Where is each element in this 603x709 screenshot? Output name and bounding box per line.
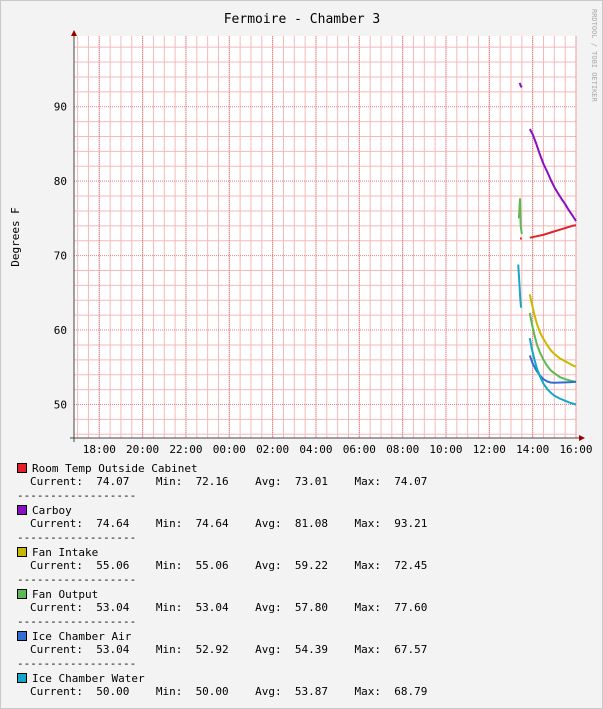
legend-stats: Current: 50.00 Min: 50.00 Avg: 53.87 Max… [30, 685, 428, 698]
x-tick-label: 12:00 [473, 443, 506, 456]
legend-name-row: Ice Chamber Air [17, 629, 597, 643]
legend-swatch [17, 589, 27, 599]
legend-series-name: Fan Output [32, 587, 99, 601]
legend-separator: ------------------ [17, 531, 137, 544]
x-tick-label: 10:00 [429, 443, 462, 456]
graph-frame: 18:00 20:00 22:00 00:00 02:00 04:00 06:00 08:00… [0, 0, 603, 709]
legend-name-row: Ice Chamber Water [17, 671, 597, 685]
legend-stats: Current: 55.06 Min: 55.06 Avg: 59.22 Max… [30, 559, 428, 572]
y-tick-label: 70 [54, 250, 67, 263]
legend-separator: ------------------ [17, 489, 137, 502]
chart-canvas [74, 36, 576, 438]
y-tick-label: 80 [54, 175, 67, 188]
legend-stats: Current: 53.04 Min: 52.92 Avg: 54.39 Max… [30, 643, 428, 656]
legend-entry: Ice Chamber Water Current: 50.00 Min: 50.… [17, 671, 597, 699]
x-axis-arrow [579, 435, 585, 441]
legend-entry: Ice Chamber Air Current: 53.04 Min: 52.92… [17, 629, 597, 671]
legend-separator: ------------------ [17, 657, 137, 670]
legend: Room Temp Outside Cabinet Current: 74.07 … [17, 461, 597, 699]
legend-name-row: Fan Output [17, 587, 597, 601]
chart-title: Fermoire - Chamber 3 [224, 12, 381, 27]
legend-swatch [17, 631, 27, 641]
x-tick-label: 16:00 [559, 443, 592, 456]
legend-series-name: Room Temp Outside Cabinet [32, 461, 198, 475]
x-tick-label: 02:00 [256, 443, 289, 456]
y-tick-label: 50 [54, 399, 67, 412]
legend-swatch [17, 505, 27, 515]
legend-entry: Room Temp Outside Cabinet Current: 74.07 … [17, 461, 597, 503]
y-tick-label: 90 [54, 101, 67, 114]
legend-entry: Fan Intake Current: 55.06 Min: 55.06 Avg:… [17, 545, 597, 587]
legend-swatch [17, 463, 27, 473]
chart-svg: 18:00 20:00 22:00 00:00 02:00 04:00 06:00 08:00… [9, 9, 598, 456]
x-tick-label: 08:00 [386, 443, 419, 456]
legend-name-row: Carboy [17, 503, 597, 517]
x-tick-label: 00:00 [213, 443, 246, 456]
legend-separator: ------------------ [17, 615, 137, 628]
legend-swatch [17, 673, 27, 683]
legend-series-name: Ice Chamber Water [32, 671, 145, 685]
x-tick-label: 04:00 [299, 443, 332, 456]
x-tick-label: 14:00 [516, 443, 549, 456]
legend-series-name: Carboy [32, 503, 72, 517]
y-axis-arrow [71, 30, 77, 36]
legend-swatch [17, 547, 27, 557]
legend-stats: Current: 74.07 Min: 72.16 Avg: 73.01 Max… [30, 475, 428, 488]
legend-series-name: Fan Intake [32, 545, 99, 559]
y-tick-label: 60 [54, 324, 67, 337]
legend-entry: Carboy Current: 74.64 Min: 74.64 Avg: 81.… [17, 503, 597, 545]
legend-stats: Current: 74.64 Min: 74.64 Avg: 81.08 Max… [30, 517, 428, 530]
legend-entry: Fan Output Current: 53.04 Min: 53.04 Avg:… [17, 587, 597, 629]
legend-separator: ------------------ [17, 573, 137, 586]
x-tick-label: 18:00 [83, 443, 116, 456]
legend-stats: Current: 53.04 Min: 53.04 Avg: 57.80 Max… [30, 601, 428, 614]
legend-series-name: Ice Chamber Air [32, 629, 132, 643]
x-tick-label: 06:00 [343, 443, 376, 456]
legend-name-row: Fan Intake [17, 545, 597, 559]
y-axis-label: Degrees F [9, 207, 22, 267]
rrdtool-watermark: RRDTOOL / TOBI OETIKER [590, 9, 598, 103]
legend-name-row: Room Temp Outside Cabinet [17, 461, 597, 475]
x-tick-label: 22:00 [169, 443, 202, 456]
x-tick-label: 20:00 [126, 443, 159, 456]
